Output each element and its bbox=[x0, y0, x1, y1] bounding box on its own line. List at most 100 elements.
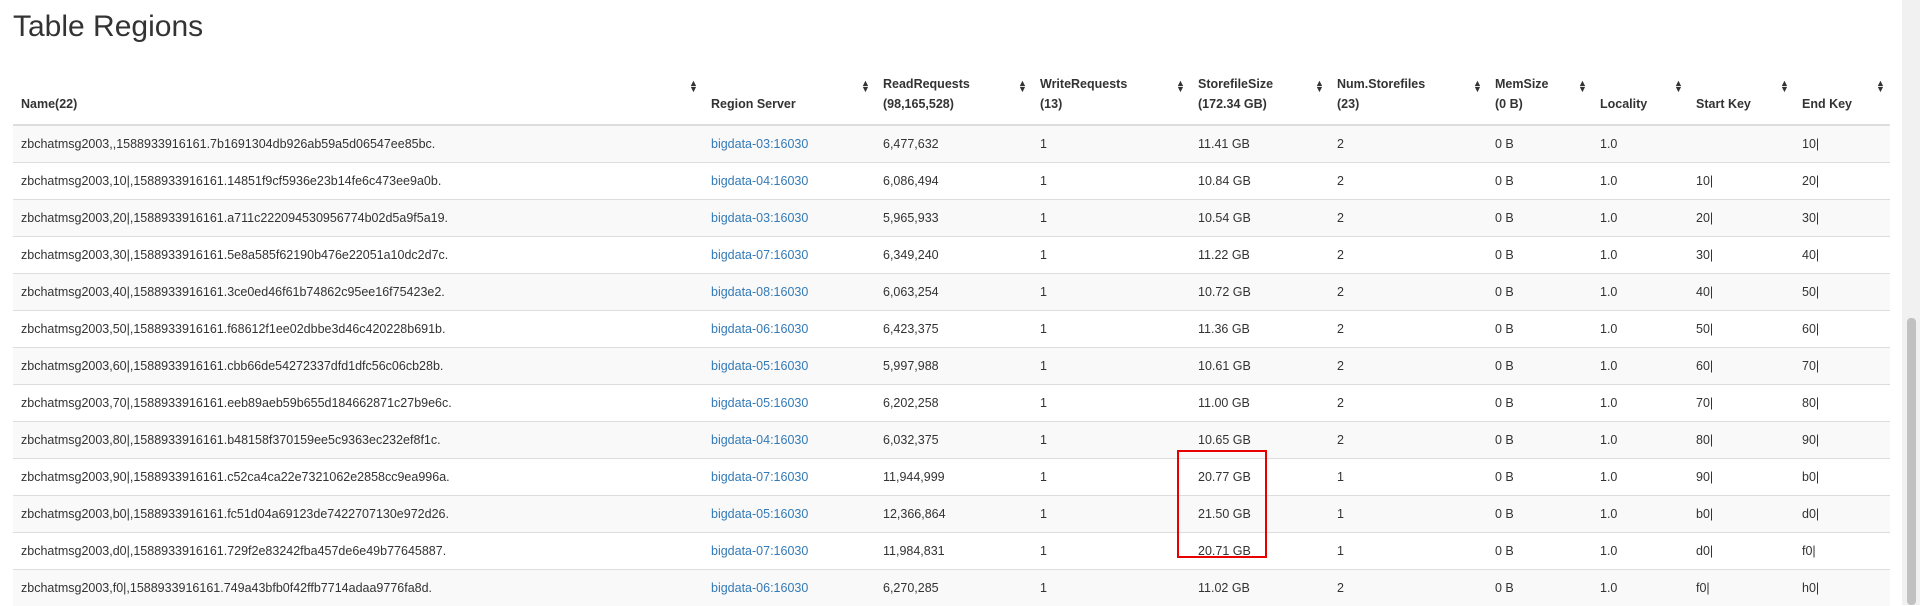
cell-read-requests: 6,270,285 bbox=[875, 570, 1032, 606]
region-server-link[interactable]: bigdata-06:16030 bbox=[711, 322, 808, 336]
sort-icon[interactable]: ▲▼ bbox=[1315, 80, 1323, 92]
cell-storefile-size: 11.00 GB bbox=[1190, 385, 1329, 422]
cell-start-key bbox=[1688, 125, 1794, 163]
cell-mem-size: 0 B bbox=[1487, 348, 1592, 385]
cell-storefile-size: 10.54 GB bbox=[1190, 200, 1329, 237]
cell-read-requests: 6,032,375 bbox=[875, 422, 1032, 459]
column-header-9[interactable]: End Key▲▼ bbox=[1794, 64, 1890, 125]
column-header-total: (23) bbox=[1337, 94, 1479, 114]
cell-write-requests: 1 bbox=[1032, 200, 1190, 237]
cell-end-key: 90| bbox=[1794, 422, 1890, 459]
region-server-link[interactable]: bigdata-06:16030 bbox=[711, 581, 808, 595]
cell-num-storefiles: 1 bbox=[1329, 533, 1487, 570]
sort-icon[interactable]: ▲▼ bbox=[1473, 80, 1481, 92]
cell-num-storefiles: 2 bbox=[1329, 422, 1487, 459]
region-server-link[interactable]: bigdata-04:16030 bbox=[711, 174, 808, 188]
region-server-link[interactable]: bigdata-07:16030 bbox=[711, 544, 808, 558]
cell-num-storefiles: 1 bbox=[1329, 496, 1487, 533]
cell-region-name: zbchatmsg2003,50|,1588933916161.f68612f1… bbox=[13, 311, 703, 348]
cell-read-requests: 6,063,254 bbox=[875, 274, 1032, 311]
cell-locality: 1.0 bbox=[1592, 237, 1688, 274]
column-header-6[interactable]: MemSize(0 B)▲▼ bbox=[1487, 64, 1592, 125]
cell-start-key: 10| bbox=[1688, 163, 1794, 200]
column-header-total: (13) bbox=[1040, 94, 1182, 114]
table-row: zbchatmsg2003,30|,1588933916161.5e8a585f… bbox=[13, 237, 1890, 274]
cell-mem-size: 0 B bbox=[1487, 237, 1592, 274]
column-header-1[interactable]: Region Server▲▼ bbox=[703, 64, 875, 125]
region-server-link[interactable]: bigdata-03:16030 bbox=[711, 137, 808, 151]
cell-read-requests: 6,086,494 bbox=[875, 163, 1032, 200]
cell-region-server-link: bigdata-08:16030 bbox=[703, 274, 875, 311]
region-server-link[interactable]: bigdata-03:16030 bbox=[711, 211, 808, 225]
column-header-5[interactable]: Num.Storefiles(23)▲▼ bbox=[1329, 64, 1487, 125]
cell-mem-size: 0 B bbox=[1487, 311, 1592, 348]
cell-write-requests: 1 bbox=[1032, 163, 1190, 200]
cell-write-requests: 1 bbox=[1032, 385, 1190, 422]
cell-locality: 1.0 bbox=[1592, 125, 1688, 163]
region-server-link[interactable]: bigdata-07:16030 bbox=[711, 470, 808, 484]
cell-start-key: 20| bbox=[1688, 200, 1794, 237]
cell-read-requests: 11,944,999 bbox=[875, 459, 1032, 496]
cell-region-server-link: bigdata-03:16030 bbox=[703, 125, 875, 163]
sort-icon[interactable]: ▲▼ bbox=[689, 80, 697, 92]
cell-storefile-size: 10.61 GB bbox=[1190, 348, 1329, 385]
sort-icon[interactable]: ▲▼ bbox=[1674, 80, 1682, 92]
cell-mem-size: 0 B bbox=[1487, 385, 1592, 422]
scrollbar-thumb[interactable] bbox=[1907, 318, 1916, 605]
cell-read-requests: 11,984,831 bbox=[875, 533, 1032, 570]
column-header-4[interactable]: StorefileSize(172.34 GB)▲▼ bbox=[1190, 64, 1329, 125]
cell-region-server-link: bigdata-07:16030 bbox=[703, 237, 875, 274]
sort-icon[interactable]: ▲▼ bbox=[1780, 80, 1788, 92]
cell-write-requests: 1 bbox=[1032, 422, 1190, 459]
cell-read-requests: 6,477,632 bbox=[875, 125, 1032, 163]
sort-icon[interactable]: ▲▼ bbox=[1876, 80, 1884, 92]
vertical-scrollbar[interactable] bbox=[1902, 0, 1920, 605]
table-row: zbchatmsg2003,40|,1588933916161.3ce0ed46… bbox=[13, 274, 1890, 311]
cell-num-storefiles: 2 bbox=[1329, 125, 1487, 163]
cell-region-name: zbchatmsg2003,30|,1588933916161.5e8a585f… bbox=[13, 237, 703, 274]
cell-region-server-link: bigdata-07:16030 bbox=[703, 459, 875, 496]
column-header-2[interactable]: ReadRequests(98,165,528)▲▼ bbox=[875, 64, 1032, 125]
cell-write-requests: 1 bbox=[1032, 274, 1190, 311]
column-header-label: StorefileSize bbox=[1198, 77, 1273, 91]
cell-num-storefiles: 2 bbox=[1329, 311, 1487, 348]
cell-write-requests: 1 bbox=[1032, 348, 1190, 385]
cell-locality: 1.0 bbox=[1592, 311, 1688, 348]
cell-locality: 1.0 bbox=[1592, 274, 1688, 311]
cell-locality: 1.0 bbox=[1592, 385, 1688, 422]
cell-region-server-link: bigdata-05:16030 bbox=[703, 496, 875, 533]
cell-storefile-size: 10.84 GB bbox=[1190, 163, 1329, 200]
sort-icon[interactable]: ▲▼ bbox=[1176, 80, 1184, 92]
cell-region-server-link: bigdata-04:16030 bbox=[703, 422, 875, 459]
region-server-link[interactable]: bigdata-08:16030 bbox=[711, 285, 808, 299]
cell-end-key: 40| bbox=[1794, 237, 1890, 274]
cell-region-server-link: bigdata-07:16030 bbox=[703, 533, 875, 570]
column-header-label: ReadRequests bbox=[883, 77, 970, 91]
cell-end-key: h0| bbox=[1794, 570, 1890, 606]
column-header-7[interactable]: Locality ▲▼ bbox=[1592, 64, 1688, 125]
cell-locality: 1.0 bbox=[1592, 533, 1688, 570]
cell-mem-size: 0 B bbox=[1487, 459, 1592, 496]
cell-mem-size: 0 B bbox=[1487, 533, 1592, 570]
page-title: Table Regions bbox=[13, 10, 203, 44]
sort-icon[interactable]: ▲▼ bbox=[861, 80, 869, 92]
cell-write-requests: 1 bbox=[1032, 237, 1190, 274]
column-header-0[interactable]: Name(22)▲▼ bbox=[13, 64, 703, 125]
region-server-link[interactable]: bigdata-05:16030 bbox=[711, 396, 808, 410]
column-header-label: Locality bbox=[1600, 97, 1647, 111]
sort-icon[interactable]: ▲▼ bbox=[1018, 80, 1026, 92]
region-server-link[interactable]: bigdata-04:16030 bbox=[711, 433, 808, 447]
cell-region-name: zbchatmsg2003,f0|,1588933916161.749a43bf… bbox=[13, 570, 703, 606]
sort-icon[interactable]: ▲▼ bbox=[1578, 80, 1586, 92]
cell-locality: 1.0 bbox=[1592, 459, 1688, 496]
cell-num-storefiles: 2 bbox=[1329, 200, 1487, 237]
cell-num-storefiles: 2 bbox=[1329, 237, 1487, 274]
region-server-link[interactable]: bigdata-05:16030 bbox=[711, 507, 808, 521]
column-header-8[interactable]: Start Key▲▼ bbox=[1688, 64, 1794, 125]
cell-region-server-link: bigdata-06:16030 bbox=[703, 570, 875, 606]
cell-num-storefiles: 2 bbox=[1329, 385, 1487, 422]
region-server-link[interactable]: bigdata-05:16030 bbox=[711, 359, 808, 373]
region-server-link[interactable]: bigdata-07:16030 bbox=[711, 248, 808, 262]
column-header-3[interactable]: WriteRequests(13)▲▼ bbox=[1032, 64, 1190, 125]
table-row: zbchatmsg2003,80|,1588933916161.b48158f3… bbox=[13, 422, 1890, 459]
